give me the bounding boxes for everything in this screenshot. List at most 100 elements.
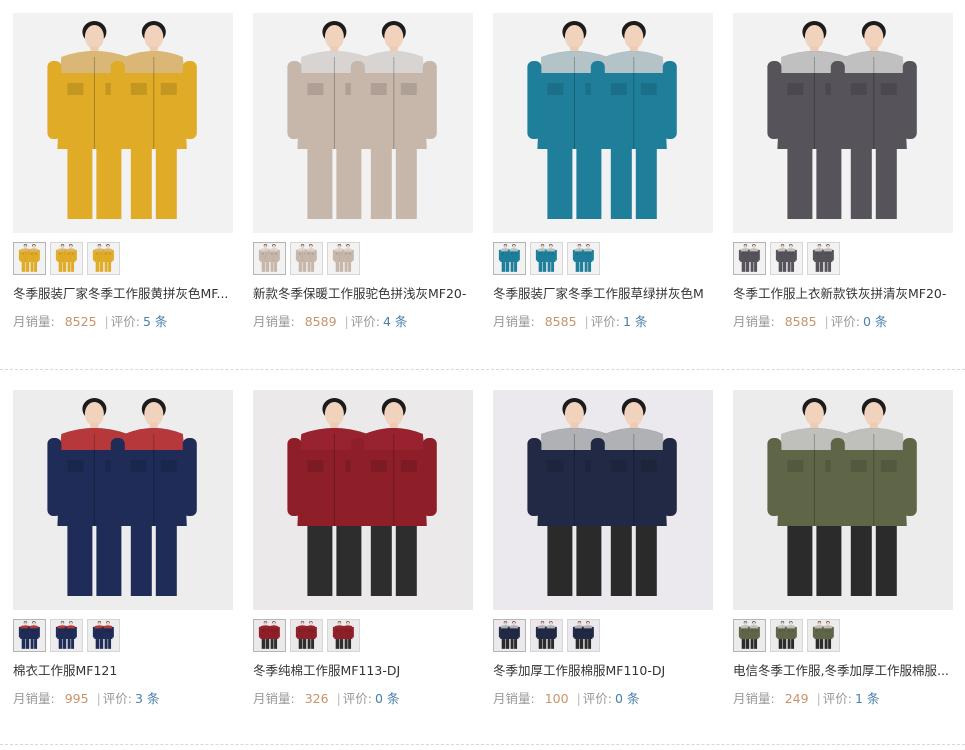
sales-label: 月销量: [493,691,535,706]
review-count-link[interactable]: 3 [135,691,143,706]
sales-count: 249 [784,691,809,706]
review-count-link[interactable]: 0 [863,314,871,329]
product-thumbnail[interactable] [493,619,526,652]
product-stats: 月销量: 249 | 评价: 1 条 [733,691,958,707]
product-stats: 月销量: 8585 | 评价: 1 条 [493,314,718,330]
reviews-label: 评价: [102,691,133,706]
product-grid: 冬季服装厂家冬季工作服黄拼灰色MF... 月销量: 8525 | 评价: 5 条 新款冬季… [0,0,965,749]
product-image[interactable] [493,390,713,610]
product-card[interactable]: 冬季服装厂家冬季工作服草绿拼灰色M 月销量: 8585 | 评价: 1 条 [493,13,718,330]
product-stats: 月销量: 100 | 评价: 0 条 [493,691,718,707]
product-image[interactable] [733,13,953,233]
product-thumbnail[interactable] [733,619,766,652]
stats-divider: | [336,691,341,706]
sales-count: 8525 [64,314,97,329]
product-thumbnail[interactable] [530,619,563,652]
sales-count: 8585 [784,314,817,329]
product-thumbnail[interactable] [87,619,120,652]
thumbnail-strip [493,619,718,653]
product-title-link[interactable]: 冬季工作服上衣新款铁灰拼清灰MF20- [733,286,955,302]
thumbnail-strip [13,619,238,653]
product-stats: 月销量: 326 | 评价: 0 条 [253,691,478,707]
product-thumbnail[interactable] [327,242,360,275]
product-card[interactable]: 冬季工作服上衣新款铁灰拼清灰MF20- 月销量: 8585 | 评价: 0 条 [733,13,958,330]
product-thumbnail[interactable] [253,619,286,652]
stats-divider: | [824,314,829,329]
product-title-link[interactable]: 冬季服装厂家冬季工作服黄拼灰色MF... [13,286,235,302]
sales-label: 月销量: [733,314,775,329]
sales-count: 8589 [304,314,337,329]
product-thumbnail[interactable] [807,242,840,275]
review-unit: 条 [394,314,408,329]
review-count-link[interactable]: 1 [623,314,631,329]
product-image[interactable] [13,13,233,233]
stats-divider: | [344,314,349,329]
product-stats: 月销量: 8589 | 评价: 4 条 [253,314,478,330]
thumbnail-strip [253,242,478,276]
product-thumbnail[interactable] [567,242,600,275]
review-count-link[interactable]: 0 [615,691,623,706]
product-thumbnail[interactable] [807,619,840,652]
product-stats: 月销量: 8585 | 评价: 0 条 [733,314,958,330]
sales-count: 326 [304,691,329,706]
product-thumbnail[interactable] [87,242,120,275]
product-thumbnail[interactable] [567,619,600,652]
stats-divider: | [576,691,581,706]
review-unit: 条 [866,691,880,706]
product-title-link[interactable]: 棉衣工作服MF121 [13,663,235,679]
product-thumbnail[interactable] [733,242,766,275]
product-thumbnail[interactable] [530,242,563,275]
product-image[interactable] [253,390,473,610]
sales-label: 月销量: [13,691,55,706]
stats-divider: | [104,314,109,329]
reviews-label: 评价: [830,314,860,329]
product-card[interactable]: 新款冬季保暖工作服驼色拼浅灰MF20- 月销量: 8589 | 评价: 4 条 [253,13,478,330]
reviews-label: 评价: [582,691,613,706]
product-title-link[interactable]: 冬季服装厂家冬季工作服草绿拼灰色M [493,286,715,302]
thumbnail-strip [733,242,958,276]
product-thumbnail[interactable] [770,619,803,652]
review-count-link[interactable]: 5 [143,314,151,329]
row-divider [0,744,965,745]
reviews-label: 评价: [110,314,140,329]
product-card[interactable]: 冬季纯棉工作服MF113-DJ 月销量: 326 | 评价: 0 条 [253,390,478,707]
product-title-link[interactable]: 冬季加厚工作服棉服MF110-DJ [493,663,715,679]
review-unit: 条 [146,691,160,706]
thumbnail-strip [493,242,718,276]
product-image[interactable] [253,13,473,233]
review-count-link[interactable]: 1 [855,691,863,706]
product-image[interactable] [493,13,713,233]
product-thumbnail[interactable] [327,619,360,652]
product-title-link[interactable]: 电信冬季工作服,冬季加厚工作服棉服... [733,663,955,679]
sales-label: 月销量: [253,691,295,706]
stats-divider: | [816,691,821,706]
product-card[interactable]: 冬季服装厂家冬季工作服黄拼灰色MF... 月销量: 8525 | 评价: 5 条 [13,13,238,330]
product-thumbnail[interactable] [50,242,83,275]
product-image[interactable] [733,390,953,610]
row-divider [0,369,965,370]
product-thumbnail[interactable] [13,242,46,275]
review-count-link[interactable]: 4 [383,314,391,329]
product-thumbnail[interactable] [770,242,803,275]
product-thumbnail[interactable] [253,242,286,275]
sales-count: 8585 [544,314,577,329]
product-thumbnail[interactable] [290,242,323,275]
product-thumbnail[interactable] [493,242,526,275]
product-thumbnail[interactable] [13,619,46,652]
review-unit: 条 [626,691,640,706]
product-thumbnail[interactable] [290,619,323,652]
stats-divider: | [96,691,101,706]
review-unit: 条 [634,314,648,329]
product-card[interactable]: 冬季加厚工作服棉服MF110-DJ 月销量: 100 | 评价: 0 条 [493,390,718,707]
product-image[interactable] [13,390,233,610]
product-title-link[interactable]: 新款冬季保暖工作服驼色拼浅灰MF20- [253,286,475,302]
product-title-link[interactable]: 冬季纯棉工作服MF113-DJ [253,663,475,679]
product-card[interactable]: 棉衣工作服MF121 月销量: 995 | 评价: 3 条 [13,390,238,707]
reviews-label: 评价: [350,314,380,329]
sales-label: 月销量: [253,314,295,329]
product-stats: 月销量: 8525 | 评价: 5 条 [13,314,238,330]
product-thumbnail[interactable] [50,619,83,652]
reviews-label: 评价: [822,691,853,706]
product-card[interactable]: 电信冬季工作服,冬季加厚工作服棉服... 月销量: 249 | 评价: 1 条 [733,390,958,707]
review-count-link[interactable]: 0 [375,691,383,706]
